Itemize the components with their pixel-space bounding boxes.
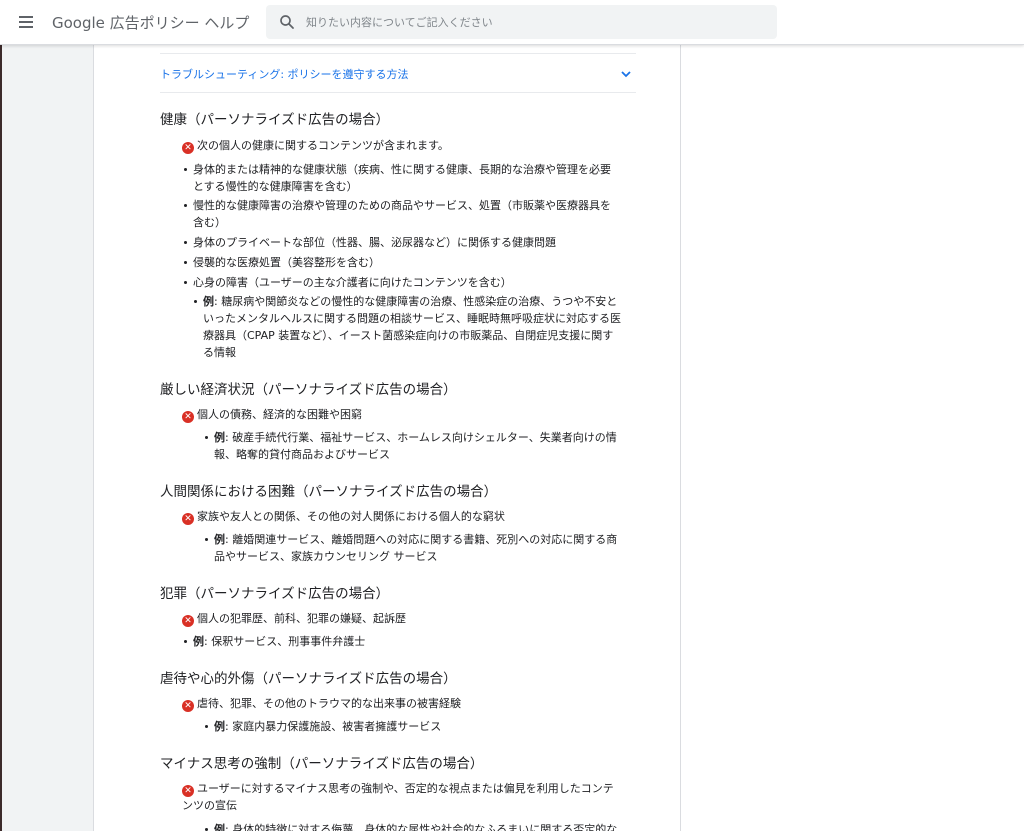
example-label: 例 bbox=[203, 295, 214, 308]
list-item: 慢性的な健康障害の治療や管理のための商品やサービス、処置（市販薬や医療器具を 含… bbox=[184, 197, 638, 231]
example-item: 例: 糖尿病や関節炎などの慢性的な健康障害の治療、性感染症の治療、うつや不安と … bbox=[194, 293, 638, 361]
example-label: 例 bbox=[214, 533, 225, 546]
list-item: 身体的または精神的な健康状態（疾病、性に関する健康、長期的な治療や管理を必要 と… bbox=[184, 161, 638, 195]
prohibited-finance: ✕ 個人の債務、経済的な困難や困窮 bbox=[182, 406, 362, 423]
chevron-down-icon[interactable] bbox=[620, 68, 632, 80]
prohibited-text: 虐待、犯罪、その他のトラウマ的な出来事の被害経験 bbox=[197, 697, 461, 710]
list-item: 侵襲的な医療処置（美容整形を含む） bbox=[184, 254, 638, 271]
top-app-bar: Google 広告ポリシー ヘルプ bbox=[0, 0, 1024, 45]
example-label: 例 bbox=[214, 823, 225, 831]
prohibited-text: 次の個人の健康に関するコンテンツが含まれます。 bbox=[197, 139, 449, 152]
window-edge bbox=[0, 0, 2, 831]
app-title[interactable]: Google 広告ポリシー ヘルプ bbox=[52, 12, 249, 33]
prohibited-relationships: ✕ 家族や友人との関係、その他の対人関係における個人的な窮状 bbox=[182, 508, 505, 525]
example-item: 例: 保釈サービス、刑事事件弁護士 bbox=[184, 633, 638, 650]
prohibited-icon: ✕ bbox=[182, 142, 194, 154]
example-item: 例: 家庭内暴力保護施設、被害者擁護サービス bbox=[205, 718, 638, 735]
section-heading-negative: マイナス思考の強制（パーソナライズド広告の場合） bbox=[160, 756, 484, 772]
example-label: 例 bbox=[214, 431, 225, 444]
prohibited-icon: ✕ bbox=[182, 615, 194, 627]
example-item: 例: 離婚関連サービス、離婚問題への対応に関する書籍、死別への対応に関する商 品… bbox=[205, 531, 638, 565]
prohibited-icon: ✕ bbox=[182, 411, 194, 423]
prohibited-icon: ✕ bbox=[182, 700, 194, 712]
section-heading-health: 健康（パーソナライズド広告の場合） bbox=[160, 112, 390, 128]
list-item: 身体のプライベートな部位（性器、腸、泌尿器など）に関係する健康問題 bbox=[184, 234, 638, 251]
prohibited-text: 家族や友人との関係、その他の対人関係における個人的な窮状 bbox=[197, 510, 505, 523]
example-label: 例 bbox=[193, 635, 204, 648]
prohibited-icon: ✕ bbox=[182, 513, 194, 525]
search-box[interactable] bbox=[266, 5, 777, 39]
prohibited-negative: ✕ ユーザーに対するマイナス思考の強制や、否定的な視点または偏見を利用したコンテ … bbox=[182, 780, 614, 814]
section-heading-crime: 犯罪（パーソナライズド広告の場合） bbox=[160, 586, 390, 602]
article-column: トラブルシューティング: ポリシーを遵守する方法 健康（パーソナライズド広告の場… bbox=[93, 45, 681, 831]
troubleshooting-expander[interactable]: トラブルシューティング: ポリシーを遵守する方法 bbox=[160, 53, 636, 93]
section-heading-abuse: 虐待や心的外傷（パーソナライズド広告の場合） bbox=[160, 671, 457, 687]
prohibited-text: ンツの宣伝 bbox=[182, 799, 237, 812]
right-panel bbox=[681, 45, 1024, 831]
prohibited-text: ユーザーに対するマイナス思考の強制や、否定的な視点または偏見を利用したコンテ bbox=[197, 782, 614, 795]
prohibited-text: 個人の債務、経済的な困難や困窮 bbox=[197, 408, 362, 421]
prohibited-abuse: ✕ 虐待、犯罪、その他のトラウマ的な出来事の被害経験 bbox=[182, 695, 461, 712]
troubleshooting-link[interactable]: トラブルシューティング: ポリシーを遵守する方法 bbox=[160, 66, 409, 82]
prohibited-icon: ✕ bbox=[182, 785, 194, 797]
menu-icon[interactable] bbox=[12, 10, 40, 34]
section-heading-finance: 厳しい経済状況（パーソナライズド広告の場合） bbox=[160, 382, 457, 398]
search-input[interactable] bbox=[306, 5, 766, 39]
list-item: 心身の障害（ユーザーの主な介護者に向けたコンテンツを含む） bbox=[184, 274, 638, 291]
section-heading-relationships: 人間関係における困難（パーソナライズド広告の場合） bbox=[160, 484, 498, 500]
prohibited-health: ✕ 次の個人の健康に関するコンテンツが含まれます。 bbox=[182, 137, 449, 154]
prohibited-text: 個人の犯罪歴、前科、犯罪の嫌疑、起訴歴 bbox=[197, 612, 406, 625]
example-item: 例: 破産手続代行業、福祉サービス、ホームレス向けシェルター、失業者向けの情 報… bbox=[205, 429, 638, 463]
prohibited-crime: ✕ 個人の犯罪歴、前科、犯罪の嫌疑、起訴歴 bbox=[182, 610, 406, 627]
example-item: 例: 身体的特徴に対する侮蔑、身体的な属性や社会的なふるまいに関する否定的な bbox=[205, 821, 638, 831]
search-icon[interactable] bbox=[278, 13, 296, 31]
example-label: 例 bbox=[214, 720, 225, 733]
